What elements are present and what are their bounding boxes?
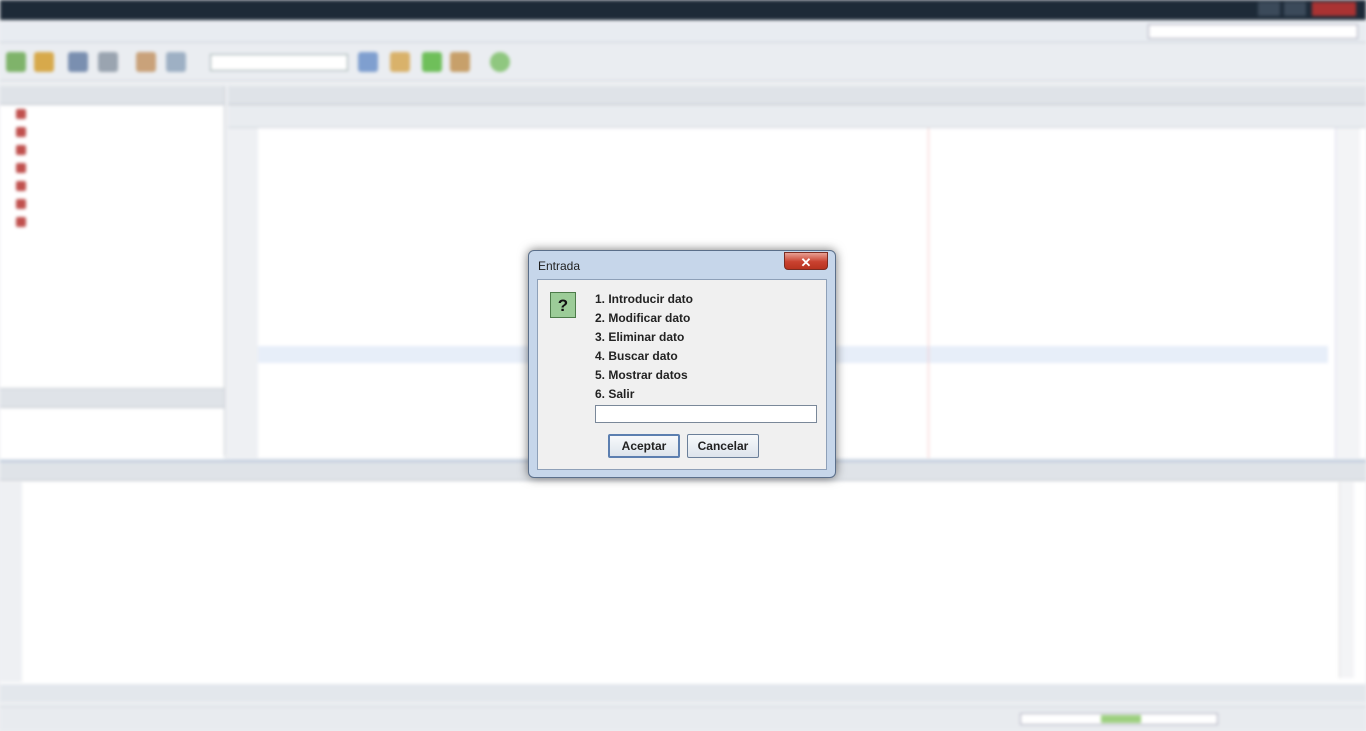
cancel-button[interactable]: Cancelar [687, 434, 759, 458]
option-introducir: 1. Introducir dato [595, 292, 694, 306]
open-icon [68, 52, 88, 72]
new-project-icon [6, 52, 26, 72]
minimize-icon [1258, 2, 1280, 16]
new-file-icon [34, 52, 54, 72]
profile-icon [490, 52, 510, 72]
output-actions [0, 482, 22, 682]
dialog-body: ? 1. Introducir dato 2. Modificar dato 3… [537, 279, 827, 470]
run-icon [422, 52, 442, 72]
clean-build-icon [390, 52, 410, 72]
bottom-tabs [0, 684, 1366, 702]
search-input [1148, 24, 1358, 39]
right-margin-line [928, 128, 929, 458]
editor-toolbar [228, 105, 1366, 128]
build-icon [358, 52, 378, 72]
option-eliminar: 3. Eliminar dato [595, 330, 685, 344]
progress-bar [1020, 713, 1218, 725]
line-gutter [228, 128, 258, 458]
redo-icon [166, 52, 186, 72]
editor-scrollbar [1335, 128, 1360, 458]
save-icon [98, 52, 118, 72]
debug-icon [450, 52, 470, 72]
dialog-title: Entrada [538, 259, 581, 273]
editor-tabs [228, 86, 1366, 105]
undo-icon [136, 52, 156, 72]
maximize-icon [1284, 2, 1306, 16]
window-titlebar [0, 0, 1366, 20]
input-dialog: Entrada ✕ ? 1. Introducir dato 2. Modifi… [528, 250, 836, 478]
option-salir: 6. Salir [595, 387, 635, 401]
status-bar [0, 706, 1366, 731]
menu-options: 1. Introducir dato 2. Modificar dato 3. … [595, 291, 693, 405]
output-panel [0, 460, 1366, 684]
option-mostrar: 5. Mostrar datos [595, 368, 688, 382]
option-input[interactable] [595, 405, 817, 423]
close-icon [1312, 2, 1356, 16]
option-modificar: 2. Modificar dato [595, 311, 691, 325]
question-icon: ? [550, 292, 576, 318]
accept-button[interactable]: Aceptar [608, 434, 680, 458]
main-toolbar [0, 44, 1366, 81]
project-tree [0, 105, 224, 231]
projects-tabs [0, 86, 224, 105]
config-combo [210, 54, 348, 71]
output-scrollbar [1339, 482, 1354, 678]
dialog-close-button[interactable]: ✕ [784, 252, 828, 270]
navigator-tabs [0, 389, 224, 408]
navigator-panel [0, 388, 224, 459]
option-buscar: 4. Buscar dato [595, 349, 678, 363]
